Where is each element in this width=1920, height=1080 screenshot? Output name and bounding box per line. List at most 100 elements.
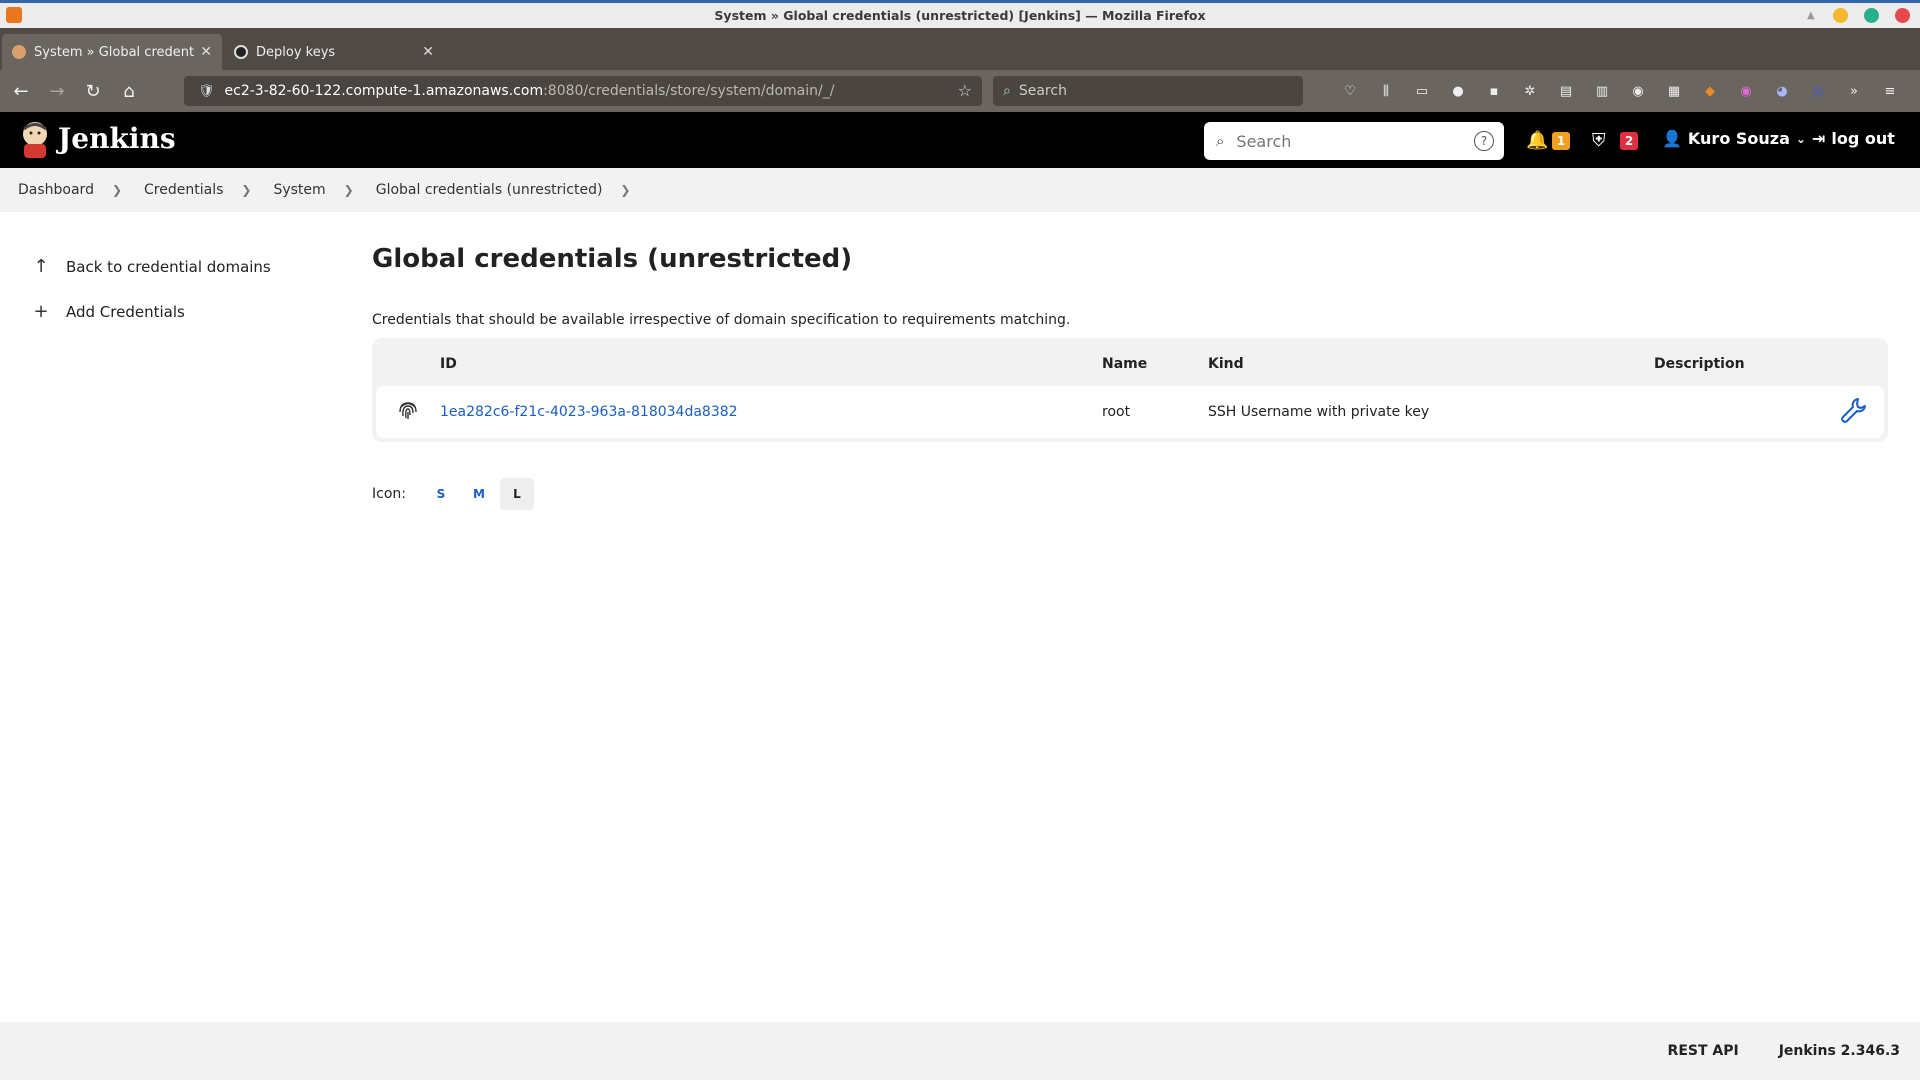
jenkins-search-input[interactable] (1236, 131, 1447, 151)
window-shade-icon[interactable]: ▲ (1807, 10, 1817, 21)
column-header-description[interactable]: Description (1654, 342, 1824, 386)
breadcrumb-credentials[interactable]: Credentials (144, 182, 223, 198)
help-icon[interactable]: ? (1474, 131, 1494, 151)
extension-k-icon[interactable]: ● (1446, 79, 1470, 103)
bell-icon[interactable]: 🔔 (1526, 130, 1548, 151)
home-icon[interactable]: ⌂ (114, 76, 144, 106)
tab-label: System » Global credentials (unrestricte… (34, 44, 195, 60)
firefox-app-icon (6, 7, 22, 23)
cell-id: 1ea282c6-f21c-4023-963a-818034da8382 (440, 386, 1102, 438)
maximize-button[interactable] (1864, 8, 1879, 23)
url-path: :8080/credentials/store/system/domain/_/ (543, 83, 835, 99)
jenkins-logo-icon[interactable] (18, 120, 52, 160)
icon-size-l-button[interactable]: L (499, 478, 534, 510)
close-tab-icon[interactable]: ✕ (200, 44, 212, 60)
notifications-badge[interactable]: 1 (1552, 132, 1570, 150)
chevron-right-icon[interactable]: ❯ (112, 183, 122, 197)
jenkins-search-box[interactable]: ⌕ ? (1204, 122, 1504, 160)
tab-global-credentials[interactable]: System » Global credentials (unrestricte… (2, 34, 222, 70)
sidebar-item-add-credentials[interactable]: + Add Credentials (30, 289, 271, 334)
bookmark-star-icon[interactable]: ☆ (958, 81, 972, 100)
user-name: Kuro Souza (1687, 129, 1790, 148)
back-icon[interactable]: ← (6, 76, 36, 106)
credentials-table-wrapper: ID Name Kind Description 1ea282c6-f21c-4… (372, 338, 1888, 442)
column-header-icon (376, 342, 440, 386)
chevron-down-icon: ⌄ (1795, 131, 1806, 146)
extension-s-icon[interactable]: ◉ (1626, 79, 1650, 103)
wrench-icon[interactable] (1840, 396, 1868, 424)
column-header-id[interactable]: ID (440, 342, 1102, 386)
sidebar-item-back-to-domains[interactable]: ↑ Back to credential domains (30, 244, 271, 289)
plus-icon: + (33, 301, 49, 322)
sidebar: ↑ Back to credential domains + Add Crede… (30, 244, 271, 334)
arrow-up-icon: ↑ (33, 256, 49, 277)
browser-navbar: ← → ↻ ⌂ 🛡 ec2-3-82-60-122.compute-1.amaz… (0, 70, 1920, 112)
pocket-icon[interactable]: ♡ (1338, 79, 1362, 103)
breadcrumb-item: Global credentials (unrestricted) ❯ (376, 182, 653, 198)
extension-purple-icon[interactable]: ◕ (1770, 79, 1794, 103)
chevron-right-icon[interactable]: ❯ (620, 183, 630, 197)
close-tab-icon[interactable]: ✕ (422, 44, 434, 60)
sidebar-icon[interactable]: ▭ (1410, 79, 1434, 103)
column-header-kind[interactable]: Kind (1208, 342, 1654, 386)
forward-icon[interactable]: → (42, 76, 72, 106)
metamask-icon[interactable]: ◆ (1698, 79, 1722, 103)
reload-icon[interactable]: ↻ (78, 76, 108, 106)
security-shield-icon[interactable]: ⛨ (1592, 130, 1606, 151)
breadcrumb-item: System ❯ (273, 182, 375, 198)
credential-id-link[interactable]: 1ea282c6-f21c-4023-963a-818034da8382 (440, 404, 738, 420)
icon-size-m-button[interactable]: M (462, 478, 496, 510)
column-header-actions (1824, 342, 1884, 386)
chevron-right-icon[interactable]: ❯ (344, 183, 354, 197)
jenkins-brand[interactable]: Jenkins (58, 122, 176, 155)
github-favicon-icon (234, 45, 248, 59)
jenkins-version-link[interactable]: Jenkins 2.346.3 (1779, 1043, 1900, 1059)
extension-pink-icon[interactable]: ◉ (1734, 79, 1758, 103)
page-title: Global credentials (unrestricted) (372, 244, 853, 274)
extension-bars-icon[interactable]: ▦ (1662, 79, 1686, 103)
url-bar[interactable]: 🛡 ec2-3-82-60-122.compute-1.amazonaws.co… (184, 76, 982, 106)
library-icon[interactable]: ⫼ (1374, 79, 1398, 103)
extension-blue-icon[interactable]: ◎ (1806, 79, 1830, 103)
rest-api-link[interactable]: REST API (1668, 1043, 1739, 1059)
sidebar-item-label: Back to credential domains (66, 257, 271, 276)
tab-label: Deploy keys (256, 44, 336, 60)
user-icon: 👤 (1662, 129, 1682, 148)
breadcrumb-global-credentials[interactable]: Global credentials (unrestricted) (376, 182, 603, 198)
table-row: 1ea282c6-f21c-4023-963a-818034da8382 roo… (376, 386, 1884, 438)
tab-deploy-keys[interactable]: Deploy keys ✕ (224, 34, 444, 70)
jenkins-header: Jenkins ⌕ ? 🔔 1 ⛨ 2 👤 Kuro Souza ⌄ ⇥ log… (0, 112, 1920, 168)
close-window-button[interactable] (1895, 8, 1910, 23)
hamburger-menu-icon[interactable]: ≡ (1878, 79, 1902, 103)
logout-button[interactable]: ⇥ log out (1812, 129, 1895, 148)
overflow-chevrons-icon[interactable]: » (1842, 79, 1866, 103)
extension-dots-icon[interactable]: ▪ (1482, 79, 1506, 103)
logout-icon: ⇥ (1812, 129, 1826, 148)
chevron-right-icon[interactable]: ❯ (241, 183, 251, 197)
icon-size-s-button[interactable]: S (424, 478, 458, 510)
security-badge[interactable]: 2 (1620, 132, 1638, 150)
cell-kind: SSH Username with private key (1208, 386, 1654, 438)
tab-bar: System » Global credentials (unrestricte… (0, 28, 1920, 70)
shield-lock-icon[interactable]: 🛡 (198, 84, 215, 99)
column-header-name[interactable]: Name (1102, 342, 1208, 386)
window-controls: ▲ (1807, 8, 1910, 23)
fingerprint-icon (399, 402, 417, 419)
search-icon: ⌕ (1216, 132, 1225, 150)
user-menu[interactable]: 👤 Kuro Souza ⌄ (1662, 129, 1806, 148)
breadcrumb-dashboard[interactable]: Dashboard (18, 182, 94, 198)
icon-size-label: Icon: (372, 486, 406, 502)
extension-gear-icon[interactable]: ✲ (1518, 79, 1542, 103)
reader-icon[interactable]: ▥ (1590, 79, 1614, 103)
extension-note-icon[interactable]: ▤ (1554, 79, 1578, 103)
minimize-button[interactable] (1833, 8, 1848, 23)
breadcrumb-item: Credentials ❯ (144, 182, 273, 198)
breadcrumb-item: Dashboard ❯ (18, 182, 144, 198)
window-titlebar: System » Global credentials (unrestricte… (0, 0, 1920, 28)
credentials-table: ID Name Kind Description 1ea282c6-f21c-4… (376, 342, 1884, 438)
breadcrumb: Dashboard ❯ Credentials ❯ System ❯ Globa… (0, 168, 1920, 212)
breadcrumb-system[interactable]: System (273, 182, 325, 198)
url-host: ec2-3-82-60-122.compute-1.amazonaws.com (224, 83, 544, 99)
toolbar-extensions: ♡ ⫼ ▭ ● ▪ ✲ ▤ ▥ ◉ ▦ ◆ ◉ ◕ ◎ » ≡ (1338, 79, 1902, 103)
browser-search-input[interactable]: ⌕ Search (993, 76, 1303, 106)
